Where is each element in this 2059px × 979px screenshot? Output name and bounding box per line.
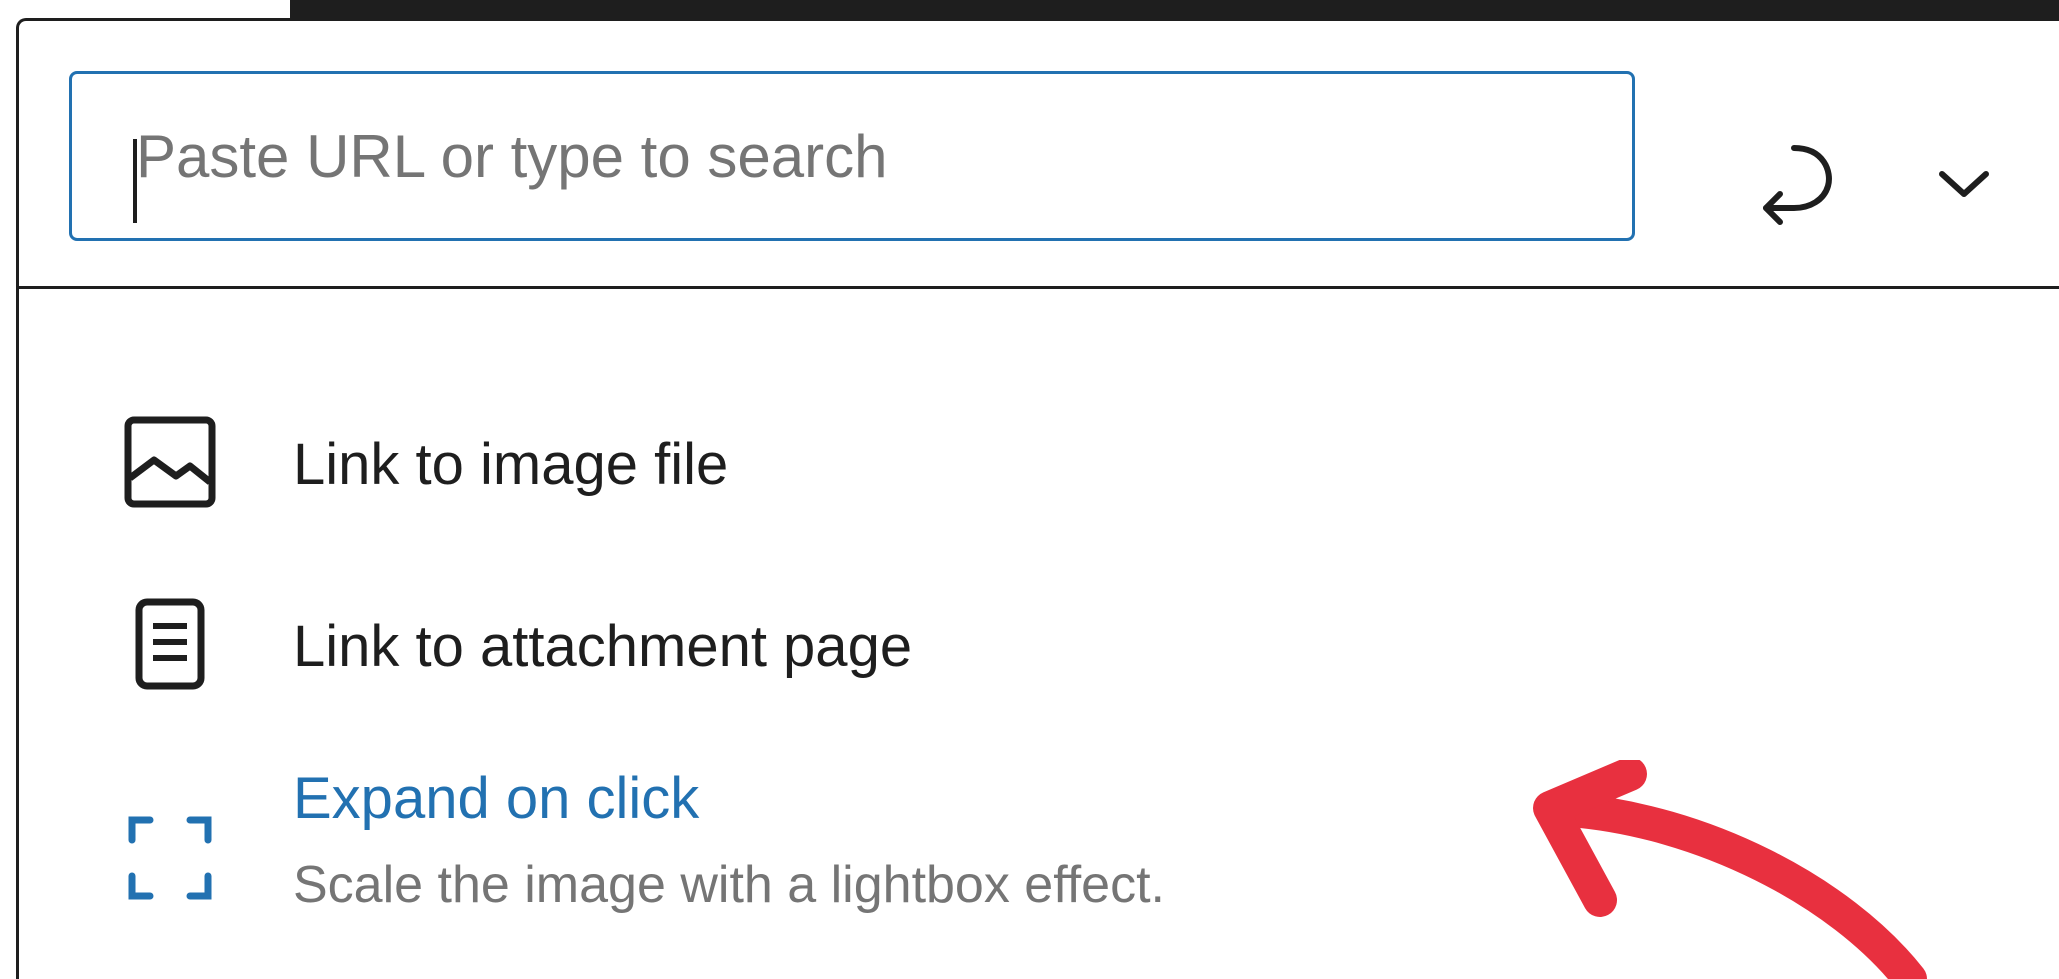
submit-button[interactable] <box>1739 129 1849 239</box>
chevron-down-icon <box>1939 171 1989 197</box>
toolbar-strip <box>290 0 2059 20</box>
option-label: Link to attachment page <box>293 614 913 679</box>
option-label: Expand on click <box>293 766 700 831</box>
search-field[interactable] <box>69 71 1635 241</box>
image-icon <box>115 407 225 517</box>
option-description: Scale the image with a lightbox effect. <box>293 856 1165 914</box>
expand-icon <box>115 803 225 913</box>
option-label: Link to image file <box>293 432 729 497</box>
option-link-to-image-file[interactable]: Link to image file <box>19 397 2059 527</box>
page-icon <box>115 589 225 699</box>
option-link-to-attachment-page[interactable]: Link to attachment page <box>19 579 2059 709</box>
text-caret <box>133 139 137 223</box>
annotation-arrow <box>1480 760 2000 979</box>
enter-icon <box>1763 145 1832 225</box>
toggle-settings-button[interactable] <box>1919 139 2009 229</box>
search-input[interactable] <box>72 74 1632 238</box>
link-control-screen: Link to image file Link to attachment pa… <box>0 0 2059 979</box>
search-row <box>19 21 2059 289</box>
